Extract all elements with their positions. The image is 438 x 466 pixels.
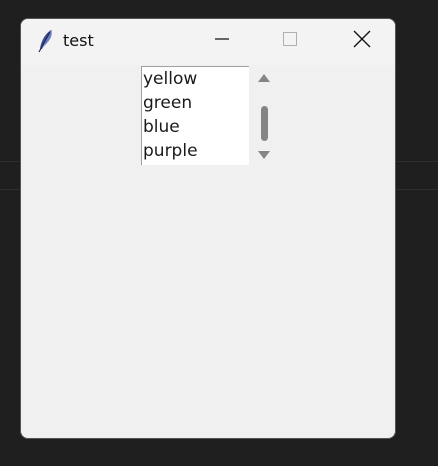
list-item[interactable]: green	[142, 91, 249, 115]
window-title: test	[63, 31, 94, 50]
feather-icon	[36, 29, 56, 53]
app-window: test yellow green blue purple	[20, 18, 396, 439]
minimize-button[interactable]	[199, 19, 245, 63]
scrollbar-thumb[interactable]	[261, 106, 268, 141]
listbox-scrollbar[interactable]	[255, 69, 273, 163]
color-listbox[interactable]: yellow green blue purple	[141, 66, 249, 165]
scroll-up-button[interactable]	[257, 71, 271, 83]
list-item[interactable]: yellow	[142, 67, 249, 91]
minimize-icon	[214, 31, 230, 51]
triangle-down-icon	[257, 145, 271, 164]
list-item[interactable]: purple	[142, 139, 249, 163]
title-bar[interactable]: test	[21, 19, 395, 65]
scroll-down-button[interactable]	[257, 148, 271, 160]
maximize-button[interactable]	[267, 19, 313, 63]
triangle-up-icon	[257, 68, 271, 87]
desktop-background: test yellow green blue purple	[0, 0, 438, 466]
maximize-icon	[282, 31, 298, 51]
list-item[interactable]: blue	[142, 115, 249, 139]
close-icon	[353, 30, 371, 52]
close-button[interactable]	[339, 19, 385, 63]
